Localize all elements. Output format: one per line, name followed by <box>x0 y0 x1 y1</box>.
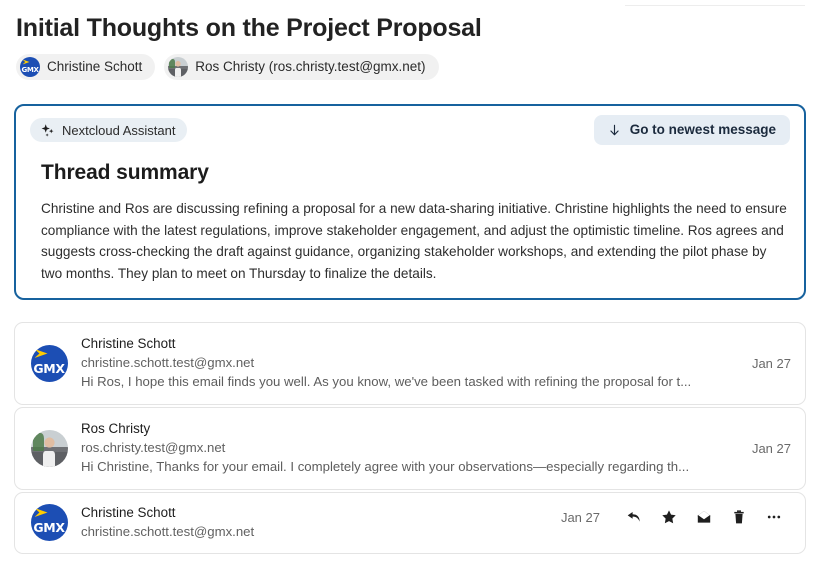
gmx-wordmark: GMX <box>33 520 65 535</box>
message-meta: Jan 27 <box>744 441 791 456</box>
message-list-item[interactable]: GMX Christine Schott christine.schott.te… <box>14 322 806 405</box>
go-to-newest-message-label: Go to newest message <box>629 122 776 138</box>
message-content: Christine Schott christine.schott.test@g… <box>71 504 553 541</box>
message-address: christine.schott.test@gmx.net <box>81 524 255 539</box>
message-avatar: GMX <box>27 345 71 382</box>
message-preview: Hi Ros, I hope this email finds you well… <box>81 374 692 389</box>
trash-icon <box>731 509 747 525</box>
go-to-newest-message-button[interactable]: Go to newest message <box>593 115 790 145</box>
gmx-logo-avatar: GMX <box>30 504 68 541</box>
message-avatar: GMX <box>27 504 71 541</box>
photo-avatar <box>30 430 68 467</box>
delete-button[interactable] <box>721 504 756 530</box>
summary-card-topbar: Nextcloud Assistant Go to newest message <box>30 115 790 145</box>
gmx-logo-avatar: GMX <box>20 57 40 77</box>
thread-view-page: Initial Thoughts on the Project Proposal… <box>0 0 820 576</box>
envelope-open-icon <box>696 509 712 525</box>
message-content: Christine Schott christine.schott.test@g… <box>71 335 744 392</box>
message-avatar <box>27 430 71 467</box>
thread-summary-text: Christine and Ros are discussing refinin… <box>41 201 787 281</box>
reply-button[interactable] <box>616 504 651 530</box>
favorite-button[interactable] <box>651 504 686 530</box>
participant-name: Ros Christy (ros.christy.test@gmx.net) <box>195 59 426 75</box>
message-meta: Jan 27 <box>553 504 791 530</box>
message-sender: Christine Schott <box>81 336 176 351</box>
message-content: Ros Christy ros.christy.test@gmx.net Hi … <box>71 420 744 477</box>
message-preview: Hi Christine, Thanks for your email. I c… <box>81 459 690 474</box>
star-icon <box>661 509 677 525</box>
participant-list: GMX Christine Schott Ros Christy (ros.ch… <box>16 54 804 80</box>
participant-name: Christine Schott <box>47 59 143 75</box>
message-meta: Jan 27 <box>744 356 791 371</box>
more-actions-button[interactable] <box>756 504 791 530</box>
message-sender: Ros Christy <box>81 421 151 436</box>
message-date: Jan 27 <box>751 441 791 456</box>
arrow-down-icon <box>608 124 621 137</box>
gmx-logo-avatar: GMX <box>30 345 68 382</box>
message-actions <box>616 504 791 530</box>
message-list-item[interactable]: GMX Christine Schott christine.schott.te… <box>14 492 806 554</box>
message-list: GMX Christine Schott christine.schott.te… <box>14 322 806 556</box>
nextcloud-assistant-badge: Nextcloud Assistant <box>30 118 188 142</box>
gmx-wordmark: GMX <box>33 361 65 376</box>
thread-summary-heading: Thread summary <box>41 161 209 184</box>
mark-unread-button[interactable] <box>686 504 721 530</box>
more-icon <box>766 509 782 525</box>
message-address: ros.christy.test@gmx.net <box>81 440 226 455</box>
participant-chip-ros[interactable]: Ros Christy (ros.christy.test@gmx.net) <box>164 54 439 80</box>
message-date: Jan 27 <box>560 509 600 525</box>
sparkles-icon <box>40 123 55 138</box>
message-date: Jan 27 <box>751 356 791 371</box>
message-address: christine.schott.test@gmx.net <box>81 355 255 370</box>
gmx-wordmark: GMX <box>21 66 39 74</box>
photo-avatar <box>168 57 189 77</box>
thread-header: Initial Thoughts on the Project Proposal… <box>16 12 804 80</box>
message-list-item[interactable]: Ros Christy ros.christy.test@gmx.net Hi … <box>14 407 806 490</box>
top-toolbar-sliver <box>625 0 805 6</box>
participant-chip-christine[interactable]: GMX Christine Schott <box>16 54 156 80</box>
assistant-badge-label: Nextcloud Assistant <box>62 122 176 138</box>
page-title: Initial Thoughts on the Project Proposal <box>16 14 482 42</box>
reply-icon <box>626 509 642 525</box>
thread-summary-card: Nextcloud Assistant Go to newest message… <box>14 104 806 300</box>
message-sender: Christine Schott <box>81 505 176 520</box>
